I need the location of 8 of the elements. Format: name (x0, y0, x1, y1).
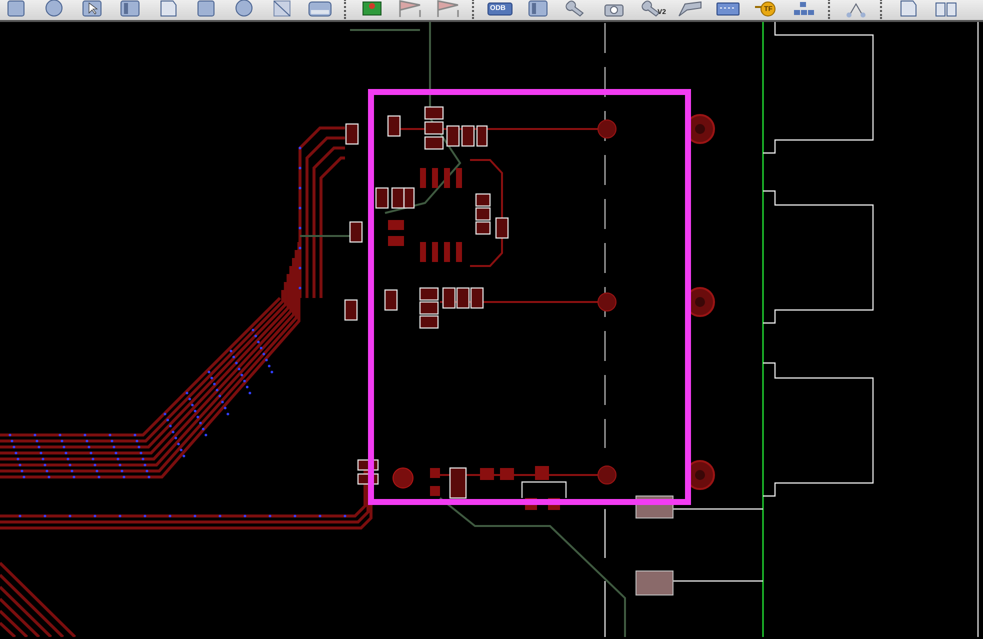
flag-icon (397, 0, 423, 18)
keyboard-icon (715, 0, 741, 18)
bar-tool-button[interactable] (306, 0, 334, 19)
book-icon (933, 0, 959, 18)
grid-icon (791, 0, 817, 18)
badge-icon (487, 0, 513, 18)
bar-icon (307, 0, 333, 18)
flag-icon (435, 0, 461, 18)
